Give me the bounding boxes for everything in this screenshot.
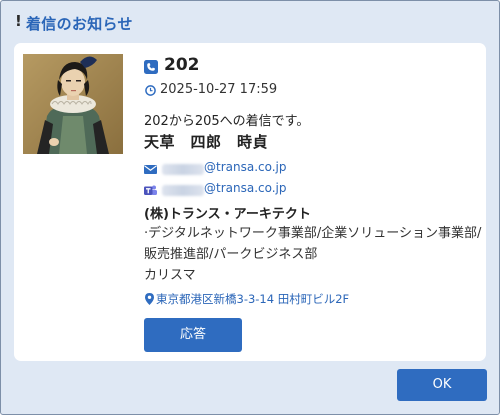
answer-button[interactable]: 応答 (144, 318, 242, 352)
clock-icon (145, 85, 156, 96)
phone-icon (144, 60, 158, 74)
company-name: (株)トランス・アーキテクト (144, 207, 311, 222)
incoming-call-dialog: ! 着信のお知らせ 202 2025-10-27 17:59 202から205へ… (0, 0, 500, 415)
mail-icon (144, 165, 157, 174)
alert-icon: ! (15, 12, 22, 30)
caller-name: 天草 四郎 時貞 (144, 133, 269, 151)
call-timestamp: 2025-10-27 17:59 (160, 82, 278, 97)
map-pin-icon (145, 293, 154, 305)
caller-extension: 202 (164, 55, 200, 75)
caller-avatar (23, 54, 123, 154)
dialog-title-bar: ! 着信のお知らせ (1, 1, 499, 41)
email-domain[interactable]: @transa.co.jp (204, 160, 287, 174)
chat-domain[interactable]: @transa.co.jp (204, 181, 287, 195)
caller-card: 202 2025-10-27 17:59 202から205への着信です。 天草 … (14, 43, 486, 361)
address-link[interactable]: 東京都港区新橋3-3-14 田村町ビル2F (156, 291, 349, 307)
department-list: ·デジタルネットワーク事業部/企業ソリューション事業部/販売推進部/パークビジネ… (144, 226, 482, 262)
dialog-title: 着信のお知らせ (26, 15, 133, 33)
teams-icon (144, 185, 157, 195)
department-info: ·デジタルネットワーク事業部/企業ソリューション事業部/販売推進部/パークビジネ… (144, 223, 484, 286)
email-local-part-masked (162, 164, 204, 175)
chat-local-part-masked (162, 185, 204, 196)
job-title: カリスマ (144, 268, 196, 283)
ok-button[interactable]: OK (397, 369, 487, 401)
call-message: 202から205への着信です。 (144, 114, 310, 129)
